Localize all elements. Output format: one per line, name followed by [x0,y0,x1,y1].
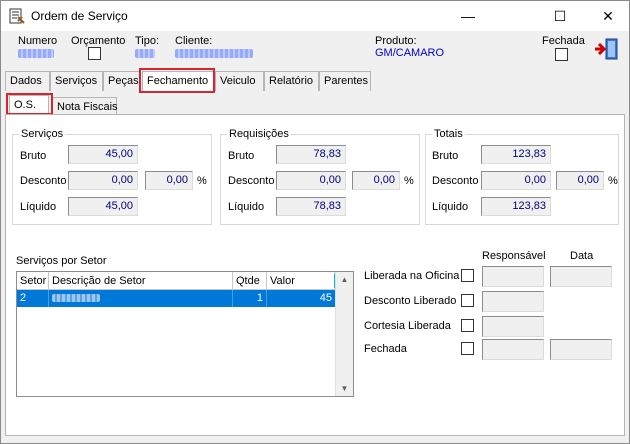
tab-pecas[interactable]: Peças [103,71,141,91]
exit-door-icon[interactable] [593,37,619,61]
liberada-oficina-checkbox[interactable] [461,269,474,282]
fechada-data[interactable] [550,339,612,360]
servicos-bruto-field[interactable]: 45,00 [68,145,138,164]
col-valor[interactable]: Valor [267,272,335,290]
totais-desconto-label: Desconto [432,175,479,187]
desconto-liberado-checkbox[interactable] [461,294,474,307]
numero-value-redacted [18,49,54,58]
liberada-oficina-data[interactable] [550,266,612,287]
servicos-desconto-label: Desconto [20,175,67,187]
requisicoes-liquido-label: Líquido [228,201,265,213]
totais-desconto-pct-field[interactable]: 0,00 [556,171,604,190]
fechamento-panel: Serviços Bruto 45,00 Desconto 0,00 0,00 … [5,114,625,436]
totais-desconto-field[interactable]: 0,00 [481,171,551,190]
totais-bruto-field[interactable]: 123,83 [481,145,551,164]
title-bar[interactable]: Ordem de Serviço — ☐ ✕ [1,1,629,31]
maximize-button[interactable]: ☐ [537,1,583,31]
tab-servicos[interactable]: Serviços [50,71,103,91]
requisicoes-bruto-label: Bruto [228,150,255,162]
window-title: Ordem de Serviço [31,9,128,23]
fechada-header-checkbox[interactable] [555,48,568,61]
data-header: Data [570,250,594,262]
totais-group-title: Totais [432,128,465,140]
liberada-oficina-label: Liberada na Oficina [364,270,460,282]
cliente-label: Cliente: [175,35,213,47]
tipo-value-redacted [135,49,155,58]
requisicoes-desconto-field[interactable]: 0,00 [276,171,346,190]
requisicoes-liquido-field[interactable]: 78,83 [276,197,346,216]
fechada-label: Fechada [364,343,407,355]
produto-label: Produto: [375,35,417,47]
fechada-responsavel[interactable] [482,339,544,360]
numero-label: Numero [18,35,58,47]
requisicoes-pct-symbol: % [404,175,414,187]
ordem-servico-window: Ordem de Serviço — ☐ ✕ Numero Orçamento … [0,0,630,444]
fechada-header-label: Fechada [542,35,585,47]
servicos-desconto-pct-field[interactable]: 0,00 [145,171,193,190]
produto-value: GM/CAMARO [375,47,445,59]
fechamento-highlight [139,68,215,93]
orcamento-label: Orçamento [71,35,126,47]
close-button[interactable]: ✕ [585,1,630,31]
requisicoes-bruto-field[interactable]: 78,83 [276,145,346,164]
servicos-pct-symbol: % [197,175,207,187]
servicos-liquido-label: Líquido [20,201,57,213]
minimize-button[interactable]: — [445,1,491,31]
row-qtde: 1 [233,290,267,307]
tab-veiculo[interactable]: Veiculo [215,71,264,91]
totais-pct-symbol: % [608,175,618,187]
cortesia-liberada-checkbox[interactable] [461,319,474,332]
col-descricao[interactable]: Descrição de Setor [49,272,233,290]
scroll-down-icon[interactable]: ▼ [336,384,353,393]
cortesia-liberada-label: Cortesia Liberada [364,320,451,332]
servicos-group-title: Serviços [19,128,66,140]
servicos-desconto-field[interactable]: 0,00 [68,171,138,190]
row-descricao-redacted [49,290,233,307]
app-icon [9,8,25,24]
setor-grid-header: Setor Descrição de Setor Qtde Valor [17,272,335,290]
scroll-up-icon[interactable]: ▲ [336,275,353,284]
responsavel-header: Responsável [482,250,546,262]
tab-dados[interactable]: Dados [5,71,50,91]
setor-title: Serviços por Setor [16,255,107,267]
fechada-checkbox[interactable] [461,342,474,355]
tab-parentes[interactable]: Parentes [319,71,371,91]
liberada-oficina-responsavel[interactable] [482,266,544,287]
requisicoes-desconto-label: Desconto [228,175,275,187]
requisicoes-group-title: Requisições [227,128,291,140]
desconto-liberado-responsavel[interactable] [482,291,544,312]
row-setor: 2 [17,290,49,307]
subtab-nota-fiscais[interactable]: Nota Fiscais [52,97,118,114]
col-qtde[interactable]: Qtde [233,272,267,290]
servicos-bruto-label: Bruto [20,150,47,162]
cliente-value-redacted [175,49,253,58]
tab-relatorio[interactable]: Relatório [264,71,319,91]
row-valor: 45 [319,292,332,304]
table-row[interactable]: 2 1 45 [17,290,335,307]
totais-liquido-field[interactable]: 123,83 [481,197,551,216]
cortesia-liberada-responsavel[interactable] [482,316,544,337]
servicos-liquido-field[interactable]: 45,00 [68,197,138,216]
orcamento-checkbox[interactable] [88,47,101,60]
desconto-liberado-label: Desconto Liberado [364,295,457,307]
col-setor[interactable]: Setor [17,272,49,290]
totais-liquido-label: Líquido [432,201,469,213]
os-highlight [6,93,53,115]
totais-bruto-label: Bruto [432,150,459,162]
requisicoes-desconto-pct-field[interactable]: 0,00 [352,171,400,190]
setor-grid-scrollbar[interactable]: ▲ ▼ [335,272,353,396]
setor-grid[interactable]: Setor Descrição de Setor Qtde Valor 2 1 … [16,271,354,397]
tipo-label: Tipo: [135,35,160,47]
